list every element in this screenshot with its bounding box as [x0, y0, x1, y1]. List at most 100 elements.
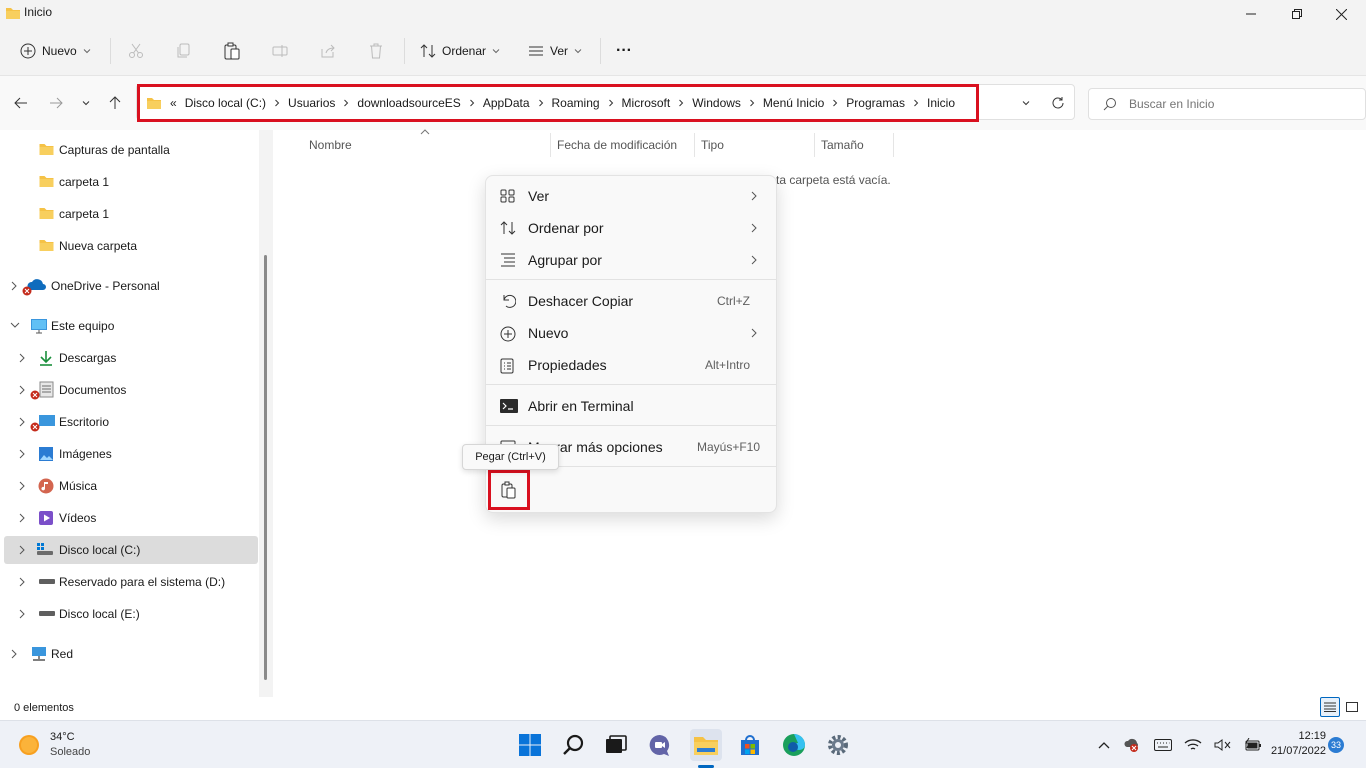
recent-locations-button[interactable]	[75, 92, 97, 114]
paste-button[interactable]	[224, 38, 240, 64]
wifi-icon[interactable]	[1184, 738, 1202, 752]
copy-button[interactable]	[176, 38, 192, 64]
sidebar-item-label: Vídeos	[59, 511, 97, 525]
arrow-left-icon	[14, 96, 28, 110]
sidebar-item-disco-e[interactable]: Disco local (E:)	[0, 600, 258, 628]
store-button[interactable]	[734, 729, 766, 761]
menu-item-open-terminal[interactable]: Abrir en Terminal	[492, 390, 770, 422]
maximize-button[interactable]	[1274, 0, 1320, 28]
chat-button[interactable]	[644, 729, 676, 761]
sidebar-item-escritorio[interactable]: Escritorio	[0, 408, 258, 436]
terminal-icon	[500, 399, 518, 413]
sidebar-item-disco-d[interactable]: Reservado para el sistema (D:)	[0, 568, 258, 596]
column-header-modified[interactable]: Fecha de modificación	[557, 138, 677, 152]
column-divider[interactable]	[694, 133, 695, 157]
chevron-right-icon[interactable]	[18, 417, 26, 427]
chevron-right-icon	[750, 254, 758, 266]
view-button[interactable]: Ver	[528, 38, 582, 64]
refresh-button[interactable]	[1047, 92, 1069, 114]
menu-item-new[interactable]: Nuevo	[492, 317, 770, 349]
address-history-button[interactable]	[1015, 92, 1037, 114]
volume-muted-icon[interactable]	[1214, 738, 1232, 752]
chevron-right-icon[interactable]	[18, 545, 26, 555]
sidebar-item-disco-c[interactable]: Disco local (C:)	[4, 536, 258, 564]
column-header-type[interactable]: Tipo	[701, 138, 724, 152]
sidebar-item-descargas[interactable]: Descargas	[0, 344, 258, 372]
menu-item-properties[interactable]: Propiedades Alt+Intro	[492, 349, 770, 381]
details-view-button[interactable]	[1320, 697, 1340, 717]
sidebar-item-nueva-carpeta[interactable]: Nueva carpeta	[0, 232, 258, 260]
back-button[interactable]	[10, 92, 32, 114]
clock[interactable]: 12:19 21/07/2022	[1246, 729, 1326, 759]
folder-icon	[38, 142, 55, 156]
column-header-size[interactable]: Tamaño	[821, 138, 864, 152]
column-divider[interactable]	[893, 133, 894, 157]
chevron-right-icon[interactable]	[18, 481, 26, 491]
search-taskbar-button[interactable]	[558, 729, 590, 761]
sidebar-item-este-equipo[interactable]: Este equipo	[0, 312, 258, 340]
column-divider[interactable]	[814, 133, 815, 157]
chevron-right-icon[interactable]	[10, 281, 18, 291]
up-button[interactable]	[104, 92, 126, 114]
sidebar-item-red[interactable]: Red	[0, 640, 258, 668]
task-view-button[interactable]	[600, 729, 632, 761]
weather-widget[interactable]: 34°C Soleado	[18, 729, 90, 761]
sidebar-item-carpeta-1[interactable]: carpeta 1	[0, 168, 258, 196]
chevron-up-icon[interactable]	[1098, 741, 1110, 749]
view-label: Ver	[550, 44, 569, 58]
sidebar-item-videos[interactable]: Vídeos	[0, 504, 258, 532]
new-button[interactable]: Nuevo	[20, 38, 91, 64]
minimize-button[interactable]	[1228, 0, 1274, 28]
task-view-icon	[604, 734, 628, 756]
file-explorer-taskbar-button[interactable]	[690, 729, 722, 761]
search-box[interactable]	[1088, 88, 1366, 120]
close-button[interactable]	[1318, 0, 1364, 28]
column-header-name[interactable]: Nombre	[309, 138, 352, 152]
onedrive-error-icon[interactable]	[1122, 737, 1142, 753]
settings-button[interactable]	[822, 729, 854, 761]
sidebar-item-label: Escritorio	[59, 415, 110, 429]
sidebar-item-onedrive[interactable]: OneDrive - Personal	[0, 272, 258, 300]
tiles-view-button[interactable]	[1342, 697, 1362, 717]
forward-button[interactable]	[45, 92, 67, 114]
chevron-right-icon[interactable]	[18, 449, 26, 459]
share-button[interactable]	[320, 38, 336, 64]
sidebar-item-capturas[interactable]: Capturas de pantalla	[0, 136, 258, 164]
time: 12:19	[1298, 730, 1326, 742]
chevron-right-icon[interactable]	[18, 577, 26, 587]
chevron-down-icon[interactable]	[10, 321, 20, 329]
taskbar: 34°C Soleado 12:19 21/07/2022 33	[0, 720, 1366, 768]
search-input[interactable]	[1129, 97, 1349, 111]
grid-icon	[500, 189, 516, 203]
notification-badge[interactable]: 33	[1328, 737, 1344, 753]
sidebar-item-musica[interactable]: Música	[0, 472, 258, 500]
chevron-right-icon[interactable]	[18, 353, 26, 363]
context-paste-button[interactable]	[488, 470, 530, 510]
sidebar-item-imagenes[interactable]: Imágenes	[0, 440, 258, 468]
sort-button[interactable]: Ordenar	[420, 38, 500, 64]
column-divider[interactable]	[550, 133, 551, 157]
chevron-right-icon[interactable]	[10, 649, 18, 659]
chevron-right-icon[interactable]	[18, 385, 26, 395]
folder-icon	[38, 206, 55, 220]
more-label: ···	[616, 42, 632, 59]
rename-button[interactable]	[272, 38, 288, 64]
edge-button[interactable]	[778, 729, 810, 761]
menu-separator	[486, 425, 776, 426]
sidebar-scrollbar-thumb[interactable]	[264, 255, 267, 680]
menu-item-sort-by[interactable]: Ordenar por	[492, 212, 770, 244]
network-icon	[30, 646, 48, 662]
chevron-right-icon[interactable]	[18, 609, 26, 619]
start-button[interactable]	[514, 729, 546, 761]
sidebar-item-carpeta-1b[interactable]: carpeta 1	[0, 200, 258, 228]
keyboard-icon[interactable]	[1154, 739, 1172, 751]
more-options-button[interactable]: ···	[616, 38, 632, 64]
drive-icon	[38, 578, 56, 586]
chevron-right-icon[interactable]	[18, 513, 26, 523]
sidebar-item-documentos[interactable]: Documentos	[0, 376, 258, 404]
cut-button[interactable]	[128, 38, 144, 64]
delete-button[interactable]	[368, 38, 384, 64]
menu-item-view[interactable]: Ver	[492, 180, 770, 212]
menu-item-undo-copy[interactable]: Deshacer Copiar Ctrl+Z	[492, 285, 770, 317]
menu-item-group-by[interactable]: Agrupar por	[492, 244, 770, 276]
